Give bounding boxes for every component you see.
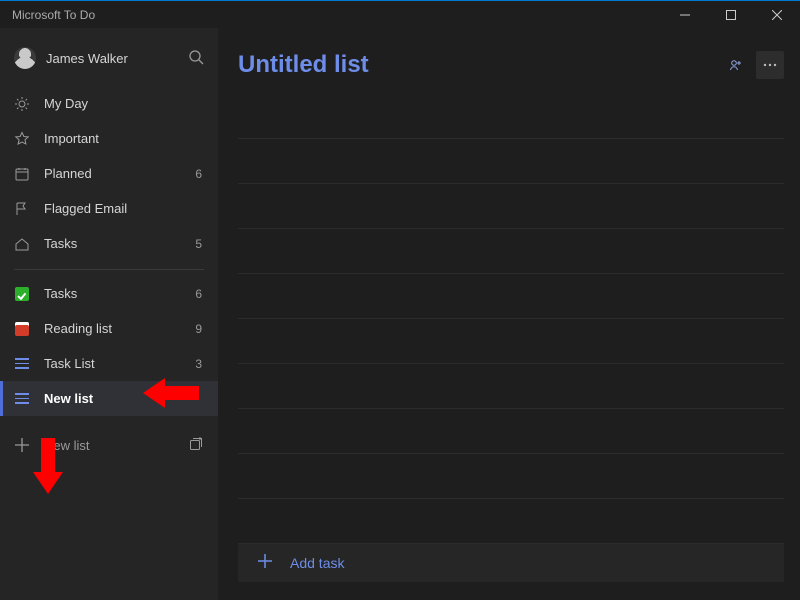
task-placeholder-line (238, 274, 784, 319)
sidebar-list-reading[interactable]: Reading list 9 (0, 311, 218, 346)
sidebar-item-label: Flagged Email (44, 201, 204, 216)
calendar-icon (14, 166, 30, 182)
task-placeholder-line (238, 184, 784, 229)
add-task-bar[interactable]: Add task (238, 544, 784, 582)
sun-icon (14, 96, 30, 112)
app-title: Microsoft To Do (12, 8, 95, 22)
sidebar-item-important[interactable]: Important (0, 121, 218, 156)
sidebar-item-label: Tasks (44, 236, 181, 251)
plus-icon (14, 437, 30, 453)
add-list-label: New list (44, 438, 90, 453)
more-options-button[interactable] (756, 51, 784, 79)
main-pane: Untitled list (218, 28, 800, 600)
sidebar-item-label: Reading list (44, 321, 181, 336)
add-list-row[interactable]: New list (0, 422, 218, 468)
task-placeholder-line (238, 229, 784, 274)
minimize-button[interactable] (662, 1, 708, 28)
sidebar-item-label: Important (44, 131, 204, 146)
list-header: Untitled list (238, 40, 784, 90)
sidebar-item-my-day[interactable]: My Day (0, 86, 218, 121)
count-badge: 5 (195, 237, 204, 251)
task-placeholder-line (238, 319, 784, 364)
new-group-icon[interactable] (188, 436, 204, 455)
sidebar-item-label: Task List (44, 356, 181, 371)
sidebar-item-planned[interactable]: Planned 6 (0, 156, 218, 191)
sidebar-list-new-list[interactable]: New list (0, 381, 218, 416)
red-square-icon (14, 321, 30, 337)
count-badge: 9 (195, 322, 204, 336)
task-placeholder-line (238, 499, 784, 544)
list-icon (14, 391, 30, 407)
sidebar-item-flagged[interactable]: Flagged Email (0, 191, 218, 226)
title-bar: Microsoft To Do (0, 1, 800, 28)
search-icon[interactable] (188, 49, 204, 68)
close-button[interactable] (754, 1, 800, 28)
smart-lists: My Day Important Planned 6 Flagged Emai (0, 86, 218, 261)
task-placeholder-line (238, 139, 784, 184)
plus-icon (258, 554, 272, 571)
user-lists: Tasks 6 Reading list 9 Task List 3 New l… (0, 276, 218, 416)
home-icon (14, 236, 30, 252)
sidebar: James Walker My Day Important (0, 28, 218, 600)
profile-row[interactable]: James Walker (0, 36, 218, 80)
profile-name: James Walker (46, 51, 128, 66)
count-badge: 6 (195, 167, 204, 181)
share-button[interactable] (722, 51, 750, 79)
count-badge: 3 (195, 357, 204, 371)
sidebar-item-label: New list (44, 391, 204, 406)
task-placeholder-line (238, 94, 784, 139)
sidebar-item-label: Tasks (44, 286, 181, 301)
task-placeholder-line (238, 364, 784, 409)
flag-icon (14, 201, 30, 217)
task-placeholder-line (238, 454, 784, 499)
check-square-icon (14, 286, 30, 302)
sidebar-list-tasklist[interactable]: Task List 3 (0, 346, 218, 381)
sidebar-item-label: Planned (44, 166, 181, 181)
sidebar-list-tasks[interactable]: Tasks 6 (0, 276, 218, 311)
avatar (14, 47, 36, 69)
maximize-button[interactable] (708, 1, 754, 28)
task-placeholder-line (238, 409, 784, 454)
list-icon (14, 356, 30, 372)
task-list-area (238, 94, 784, 544)
list-title[interactable]: Untitled list (238, 51, 369, 79)
divider (14, 269, 204, 270)
count-badge: 6 (195, 287, 204, 301)
sidebar-item-label: My Day (44, 96, 204, 111)
add-task-label: Add task (290, 555, 344, 571)
sidebar-item-tasks[interactable]: Tasks 5 (0, 226, 218, 261)
window-controls (662, 1, 800, 28)
star-icon (14, 131, 30, 147)
